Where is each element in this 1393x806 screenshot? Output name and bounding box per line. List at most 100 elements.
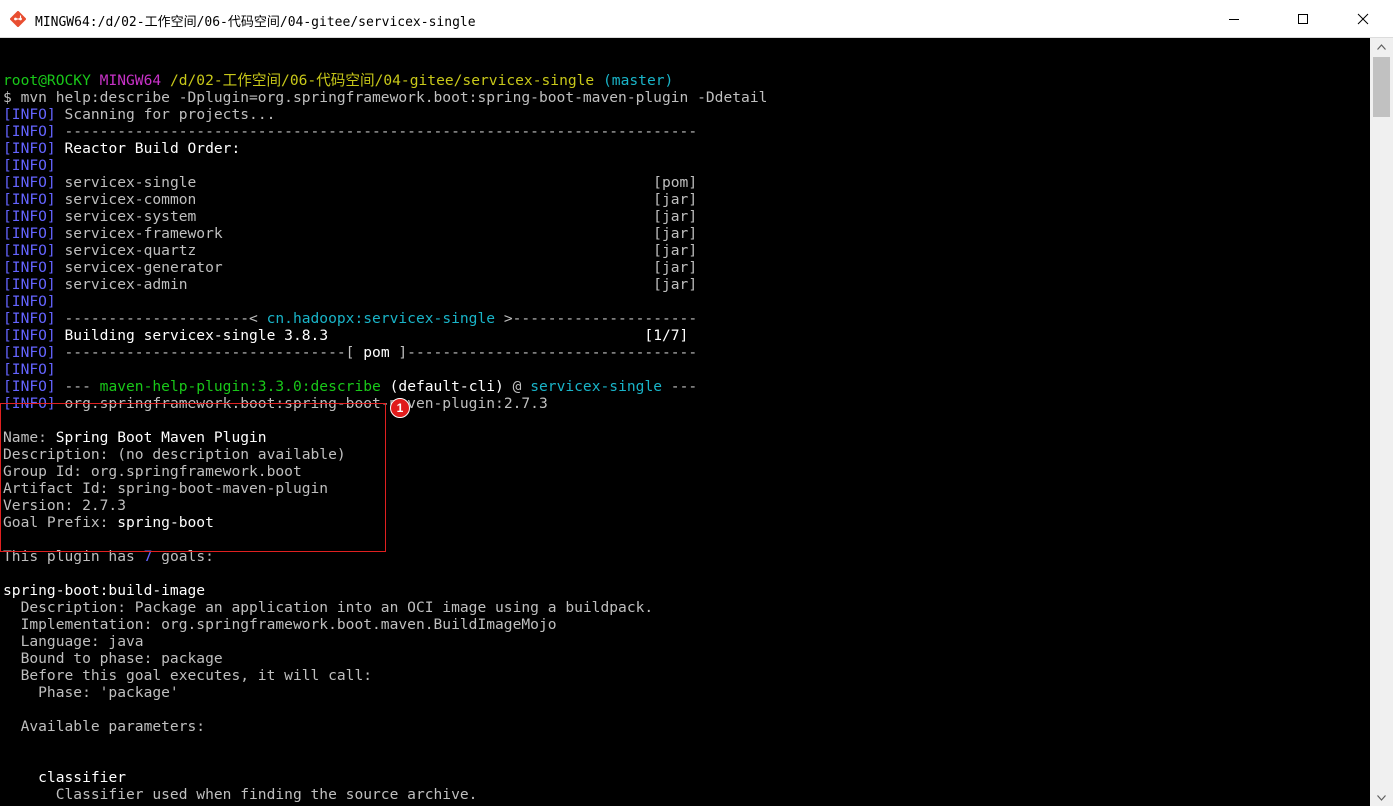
terminal-text: [INFO]: [3, 123, 56, 140]
terminal-text: spring-boot:build-image: [3, 582, 206, 599]
terminal-output[interactable]: root@ROCKY MINGW64 /d/02-工作空间/06-代码空间/04…: [0, 38, 1370, 806]
terminal-line: [INFO] --- maven-help-plugin:3.3.0:descr…: [3, 378, 767, 395]
terminal-text: [INFO]: [3, 174, 56, 191]
scroll-down-button[interactable]: [1370, 789, 1393, 806]
terminal-text: [INFO]: [3, 259, 56, 276]
terminal-text: MINGW64: [99, 72, 170, 89]
terminal-line: $ mvn help:describe -Dplugin=org.springf…: [3, 89, 767, 106]
terminal-text: Classifier used when finding the source …: [3, 786, 478, 803]
terminal-text: [INFO]: [3, 310, 56, 327]
terminal-text: servicex-framework [jar]: [55, 225, 698, 242]
terminal-line: [INFO] Reactor Build Order:: [3, 140, 767, 157]
terminal-line: Classifier used when finding the source …: [3, 786, 767, 803]
git-diamond-icon: [10, 11, 26, 27]
terminal-text: ---------------------<: [55, 310, 267, 327]
terminal-line: [INFO] --------------------------------[…: [3, 344, 767, 361]
maximize-button[interactable]: [1280, 0, 1326, 37]
terminal-text: servicex-system [jar]: [55, 208, 698, 225]
window-title: MINGW64:/d/02-工作空间/06-代码空间/04-gitee/serv…: [35, 15, 476, 30]
terminal-text: [INFO]: [3, 361, 56, 378]
terminal-text: [INFO]: [3, 242, 56, 259]
terminal-text: cn.hadoopx:servicex-single: [266, 310, 496, 327]
terminal-text: ----------------------------------------…: [55, 123, 698, 140]
terminal-text: >---------------------: [495, 310, 698, 327]
terminal-text: $ mvn help:describe -Dplugin=org.springf…: [3, 89, 768, 106]
minimize-button[interactable]: [1211, 0, 1257, 37]
terminal-line: [INFO] Building servicex-single 3.8.3 [1…: [3, 327, 767, 344]
close-icon: [1357, 13, 1369, 24]
terminal-text: Scanning for projects...: [55, 106, 276, 123]
terminal-text: Language: java: [3, 633, 144, 650]
terminal-text: Available parameters:: [3, 718, 206, 735]
terminal-text: servicex-single [pom]: [55, 174, 698, 191]
terminal-line: [INFO] servicex-quartz [jar]: [3, 242, 767, 259]
terminal-text: maven-help-plugin:3.3.0:describe: [99, 378, 381, 395]
maximize-icon: [1298, 13, 1308, 24]
terminal-line: classifier: [3, 769, 767, 786]
terminal-line: spring-boot:build-image: [3, 582, 767, 599]
terminal-text: classifier: [38, 769, 127, 786]
window-titlebar: MINGW64:/d/02-工作空间/06-代码空间/04-gitee/serv…: [0, 0, 1393, 38]
terminal-line: [INFO] servicex-admin [jar]: [3, 276, 767, 293]
terminal-text: [: [3, 106, 12, 123]
terminal-text: Building servicex-single 3.8.3 [1/7]: [64, 327, 689, 344]
terminal-text: [INFO]: [3, 293, 56, 310]
close-button[interactable]: [1340, 0, 1386, 37]
chevron-up-icon: [1377, 43, 1386, 50]
terminal-line: [INFO] servicex-generator [jar]: [3, 259, 767, 276]
terminal-text: [INFO]: [3, 191, 56, 208]
terminal-line: Description: Package an application into…: [3, 599, 767, 616]
annotation-marker: 1: [390, 398, 410, 418]
chevron-down-icon: [1377, 794, 1386, 801]
terminal-text: [INFO]: [3, 208, 56, 225]
terminal-text: pom: [363, 344, 390, 361]
scroll-up-button[interactable]: [1370, 38, 1393, 55]
scrollbar-thumb[interactable]: [1373, 57, 1390, 117]
terminal-line: Available parameters:: [3, 718, 767, 735]
terminal-text: ]: [46, 106, 56, 123]
terminal-line: Language: java: [3, 633, 767, 650]
terminal-text: [INFO]: [3, 140, 56, 157]
terminal-text: [INFO]: [3, 344, 56, 361]
terminal-line: [INFO] ---------------------------------…: [3, 123, 767, 140]
terminal-text: (default-cli): [389, 378, 504, 395]
terminal-text: Bound to phase: package: [3, 650, 223, 667]
vertical-scrollbar[interactable]: [1370, 38, 1393, 806]
terminal-text: ---: [662, 378, 698, 395]
terminal-line: Phase: 'package': [3, 684, 767, 701]
terminal-text: [INFO]: [3, 157, 56, 174]
terminal-text: (master): [603, 72, 674, 89]
terminal-text: [INFO]: [3, 378, 56, 395]
terminal-text: servicex-single: [530, 378, 663, 395]
terminal-line: Bound to phase: package: [3, 650, 767, 667]
terminal-text: Description: Package an application into…: [3, 599, 654, 616]
terminal-line: [INFO]: [3, 157, 767, 174]
terminal-line: [INFO] servicex-single [pom]: [3, 174, 767, 191]
terminal-text: @: [503, 378, 531, 395]
terminal-text: [INFO]: [3, 276, 56, 293]
terminal-line: Implementation: org.springframework.boot…: [3, 616, 767, 633]
terminal-line: [INFO] ---------------------< cn.hadoopx…: [3, 310, 767, 327]
terminal-text: Implementation: org.springframework.boot…: [3, 616, 557, 633]
terminal-text: servicex-common [jar]: [55, 191, 698, 208]
terminal-text: [INFO]: [3, 327, 56, 344]
terminal-text: servicex-generator [jar]: [55, 259, 698, 276]
terminal-text: INFO: [11, 106, 47, 123]
terminal-line: Before this goal executes, it will call:: [3, 667, 767, 684]
terminal-line: [INFO] Scanning for projects...: [3, 106, 767, 123]
terminal-line: [INFO]: [3, 293, 767, 310]
terminal-text: servicex-admin [jar]: [55, 276, 698, 293]
terminal-text: ---: [55, 378, 100, 395]
terminal-line: [INFO]: [3, 361, 767, 378]
terminal-text: Reactor Build Order:: [64, 140, 241, 157]
terminal-line: root@ROCKY MINGW64 /d/02-工作空间/06-代码空间/04…: [3, 72, 767, 89]
terminal-line: [INFO] servicex-system [jar]: [3, 208, 767, 225]
